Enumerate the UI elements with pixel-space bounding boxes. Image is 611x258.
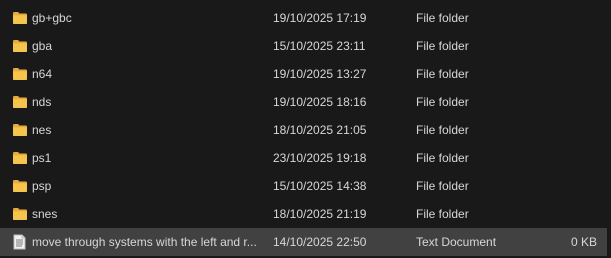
file-type: File folder <box>416 179 469 193</box>
folder-icon <box>13 152 27 164</box>
date-modified: 15/10/2025 23:11 <box>273 39 366 53</box>
file-row-text-document[interactable]: move through systems with the left and r… <box>0 228 607 256</box>
file-row-snes[interactable]: snes 18/10/2025 21:19 File folder <box>0 200 611 228</box>
date-modified: 18/10/2025 21:05 <box>273 123 367 137</box>
file-name: gb+gbc <box>32 11 72 25</box>
folder-icon <box>13 180 27 192</box>
file-type: File folder <box>416 39 469 53</box>
file-list: gb+gbc 19/10/2025 17:19 File folder gba … <box>0 0 611 258</box>
date-modified: 19/10/2025 17:19 <box>273 11 367 25</box>
file-name: move through systems with the left and r… <box>32 235 257 249</box>
file-type: File folder <box>416 123 469 137</box>
folder-icon <box>13 96 27 108</box>
file-row-ps1[interactable]: ps1 23/10/2025 19:18 File folder <box>0 144 611 172</box>
file-name: nes <box>32 123 52 137</box>
file-name: psp <box>32 179 52 193</box>
file-row-gba[interactable]: gba 15/10/2025 23:11 File folder <box>0 32 611 60</box>
folder-icon <box>13 68 27 80</box>
file-name: nds <box>32 95 52 109</box>
folder-icon <box>13 40 27 52</box>
file-name: snes <box>32 207 58 221</box>
date-modified: 23/10/2025 19:18 <box>273 151 367 165</box>
file-type: File folder <box>416 11 469 25</box>
file-size: 0 KB <box>570 235 597 249</box>
file-row-nes[interactable]: nes 18/10/2025 21:05 File folder <box>0 116 611 144</box>
date-modified: 15/10/2025 14:38 <box>273 179 367 193</box>
file-row-n64[interactable]: n64 19/10/2025 13:27 File folder <box>0 60 611 88</box>
folder-icon <box>13 12 27 24</box>
file-name: n64 <box>32 67 53 81</box>
file-type: File folder <box>416 207 469 221</box>
file-row-psp[interactable]: psp 15/10/2025 14:38 File folder <box>0 172 611 200</box>
file-type: File folder <box>416 95 469 109</box>
date-modified: 19/10/2025 13:27 <box>273 67 367 81</box>
file-row-gb-gbc[interactable]: gb+gbc 19/10/2025 17:19 File folder <box>0 4 611 32</box>
text-file-icon <box>13 234 26 250</box>
file-type: File folder <box>416 151 469 165</box>
date-modified: 18/10/2025 21:19 <box>273 207 367 221</box>
date-modified: 14/10/2025 22:50 <box>273 235 367 249</box>
file-row-nds[interactable]: nds 19/10/2025 18:16 File folder <box>0 88 611 116</box>
date-modified: 19/10/2025 18:16 <box>273 95 367 109</box>
folder-icon <box>13 124 27 136</box>
file-type: File folder <box>416 67 469 81</box>
file-name: ps1 <box>32 151 52 165</box>
folder-icon <box>13 208 27 220</box>
file-type: Text Document <box>416 235 497 249</box>
file-name: gba <box>32 39 53 53</box>
